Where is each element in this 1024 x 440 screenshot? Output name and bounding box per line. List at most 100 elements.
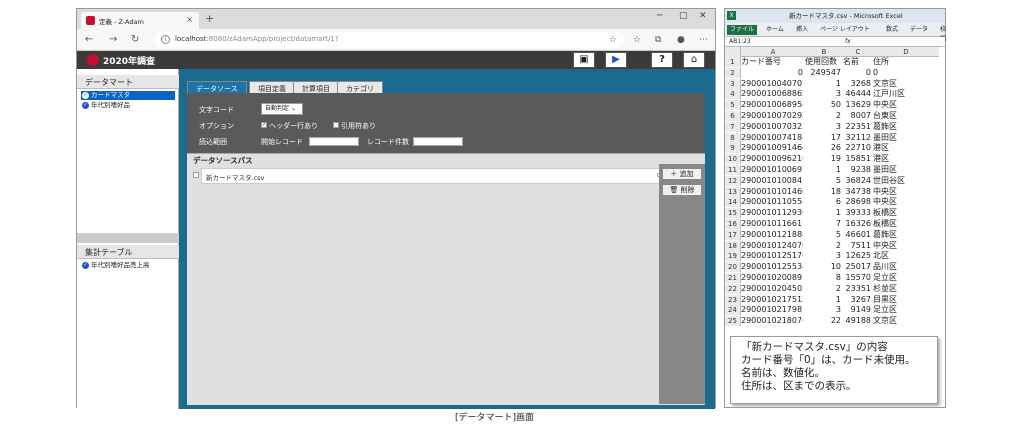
home-icon[interactable]: ⌂	[683, 52, 705, 68]
info-icon[interactable]: i	[161, 35, 170, 44]
sidebar-item-age-sales[interactable]: ✓ 年代別嗜好品売上高	[81, 261, 175, 270]
add-button[interactable]: ＋ 追加	[662, 168, 702, 180]
more-icon[interactable]: ⋯	[699, 35, 708, 45]
browser-tab[interactable]: 定義 - Z-Adam ×	[81, 12, 199, 29]
table-cell: 15570	[845, 273, 871, 282]
sidebar: データマート ✓ カードマスタ ✓ 年代別嗜好品 集計テーブル ✓ 年代別嗜好品…	[77, 69, 179, 409]
table-cell: 中央区	[873, 186, 897, 196]
ribbon-tab[interactable]: 数式	[883, 25, 901, 35]
table-cell: 墨田区	[873, 165, 897, 174]
sidebar-item-label: カードマスタ	[91, 91, 130, 99]
help-icon[interactable]: ?	[651, 52, 673, 68]
table-cell: 0	[797, 67, 803, 77]
record-count-input[interactable]	[413, 137, 463, 146]
ribbon-tab[interactable]: 校閲	[937, 25, 949, 43]
file-path-input[interactable]: 新カードマスタ.csv ▭	[201, 168, 669, 184]
favicon-icon	[86, 16, 95, 25]
excel-logo-icon: X	[727, 11, 736, 20]
table-cell: 16326	[845, 219, 871, 228]
table-cell: 台東区	[873, 111, 897, 120]
table-cell: 2	[835, 240, 841, 250]
close-window-icon[interactable]: ✕	[699, 11, 707, 21]
table-cell: 0	[873, 67, 879, 77]
table-cell: 7	[835, 219, 841, 228]
delete-button[interactable]: 🗑 削除	[662, 184, 702, 196]
quoted-checkbox[interactable]	[333, 122, 339, 128]
plus-icon: ＋	[670, 170, 678, 178]
table-cell: 杉並区	[873, 283, 897, 293]
check-icon: ✓	[82, 102, 89, 109]
table-cell: 中央区	[873, 240, 897, 250]
table-cell: 2900010100845	[741, 175, 803, 185]
table-cell: 2900010121888	[741, 229, 803, 239]
table-cell: 10	[830, 262, 841, 272]
table-cell: 2	[835, 283, 841, 293]
table-cell: 50	[830, 100, 841, 110]
row-number: 12	[725, 175, 741, 186]
charcode-select[interactable]: 自動判定 ⌄	[261, 103, 303, 115]
table-cell: 34738	[845, 186, 871, 196]
ribbon-tab[interactable]: ファイル	[727, 25, 758, 35]
table-cell: 3	[835, 305, 841, 315]
name-box[interactable]: AB1:23	[725, 38, 751, 45]
column-header: C	[843, 47, 873, 57]
new-tab-icon[interactable]: +	[205, 12, 214, 25]
table-cell: 港区	[873, 143, 889, 153]
option-label: オプション	[199, 122, 234, 130]
row-number: 23	[725, 294, 741, 305]
file-path-text: 新カードマスタ.csv	[206, 174, 265, 182]
table-cell: 2900010068862	[741, 89, 803, 99]
forward-icon[interactable]: →	[109, 34, 117, 45]
refresh-icon[interactable]: ↻	[131, 34, 139, 45]
maximize-icon[interactable]: □	[679, 11, 688, 21]
table-cell: 17	[830, 132, 841, 142]
collections-icon[interactable]: ⧉	[655, 35, 661, 45]
check-icon: ✓	[82, 92, 89, 99]
row-number: 15	[725, 208, 741, 219]
table-cell: 足立区	[873, 273, 897, 282]
table-cell: 葛飾区	[873, 229, 897, 239]
header-row-checkbox[interactable]: ✓	[261, 122, 267, 128]
minimize-icon[interactable]: ─	[657, 11, 662, 21]
sidebar-item-card-master[interactable]: ✓ カードマスタ	[81, 91, 175, 100]
sidebar-item-age-preference[interactable]: ✓ 年代別嗜好品	[81, 101, 175, 110]
table-cell: 2900010204505	[741, 283, 803, 293]
table-cell: 住所	[873, 57, 889, 66]
row-number: 16	[725, 219, 741, 229]
datasource-path-section: データソースパス 新カードマスタ.csv ▭ ＋ 追加 🗑 削除	[187, 153, 705, 405]
range-label: 読込範囲	[199, 138, 227, 146]
start-record-input[interactable]	[309, 137, 359, 146]
table-cell: 世田谷区	[873, 175, 905, 185]
profile-icon[interactable]: ●	[677, 35, 685, 45]
app-title: 2020年調査	[103, 57, 156, 67]
excel-titlebar: X 新カードマスタ.csv - Microsoft Excel	[725, 9, 945, 23]
table-cell: 2900010217512	[741, 294, 803, 304]
row-number: 20	[725, 262, 741, 273]
close-tab-icon[interactable]: ×	[186, 15, 193, 24]
row-number: 6	[725, 111, 741, 121]
add-label: 追加	[679, 170, 694, 178]
charcode-value: 自動判定	[265, 105, 290, 112]
table-cell: 2900010125176	[741, 251, 803, 261]
table-cell: 8	[835, 273, 841, 282]
tab-title: 定義 - Z-Adam	[99, 18, 144, 26]
file-checkbox[interactable]	[193, 172, 199, 178]
ribbon-tab[interactable]: データ	[907, 25, 931, 35]
favorites-icon[interactable]: ☆	[633, 35, 641, 45]
row-number: 19	[725, 251, 741, 262]
formula-bar: AB1:23 fx	[725, 37, 945, 47]
row-number: 11	[725, 165, 741, 175]
column-header: B	[805, 47, 843, 57]
star-icon[interactable]: ☆	[609, 35, 617, 45]
url-input[interactable]: i localhost:8080/zAdamApp/project/datama…	[155, 32, 625, 48]
ribbon-tab[interactable]: 挿入	[793, 25, 811, 35]
ribbon-tab[interactable]: ホーム	[763, 25, 787, 35]
play-icon[interactable]: ▶	[605, 52, 627, 68]
back-icon[interactable]: ←	[85, 34, 93, 45]
save-icon[interactable]: ▣	[573, 52, 595, 68]
table-cell: 2900010040707	[741, 78, 803, 88]
ribbon-tab[interactable]: ページ レイアウト	[817, 25, 873, 35]
datasource-path-header: データソースパス	[193, 156, 253, 165]
fx-icon[interactable]: fx	[845, 37, 851, 47]
table-cell: 文京区	[873, 316, 897, 326]
